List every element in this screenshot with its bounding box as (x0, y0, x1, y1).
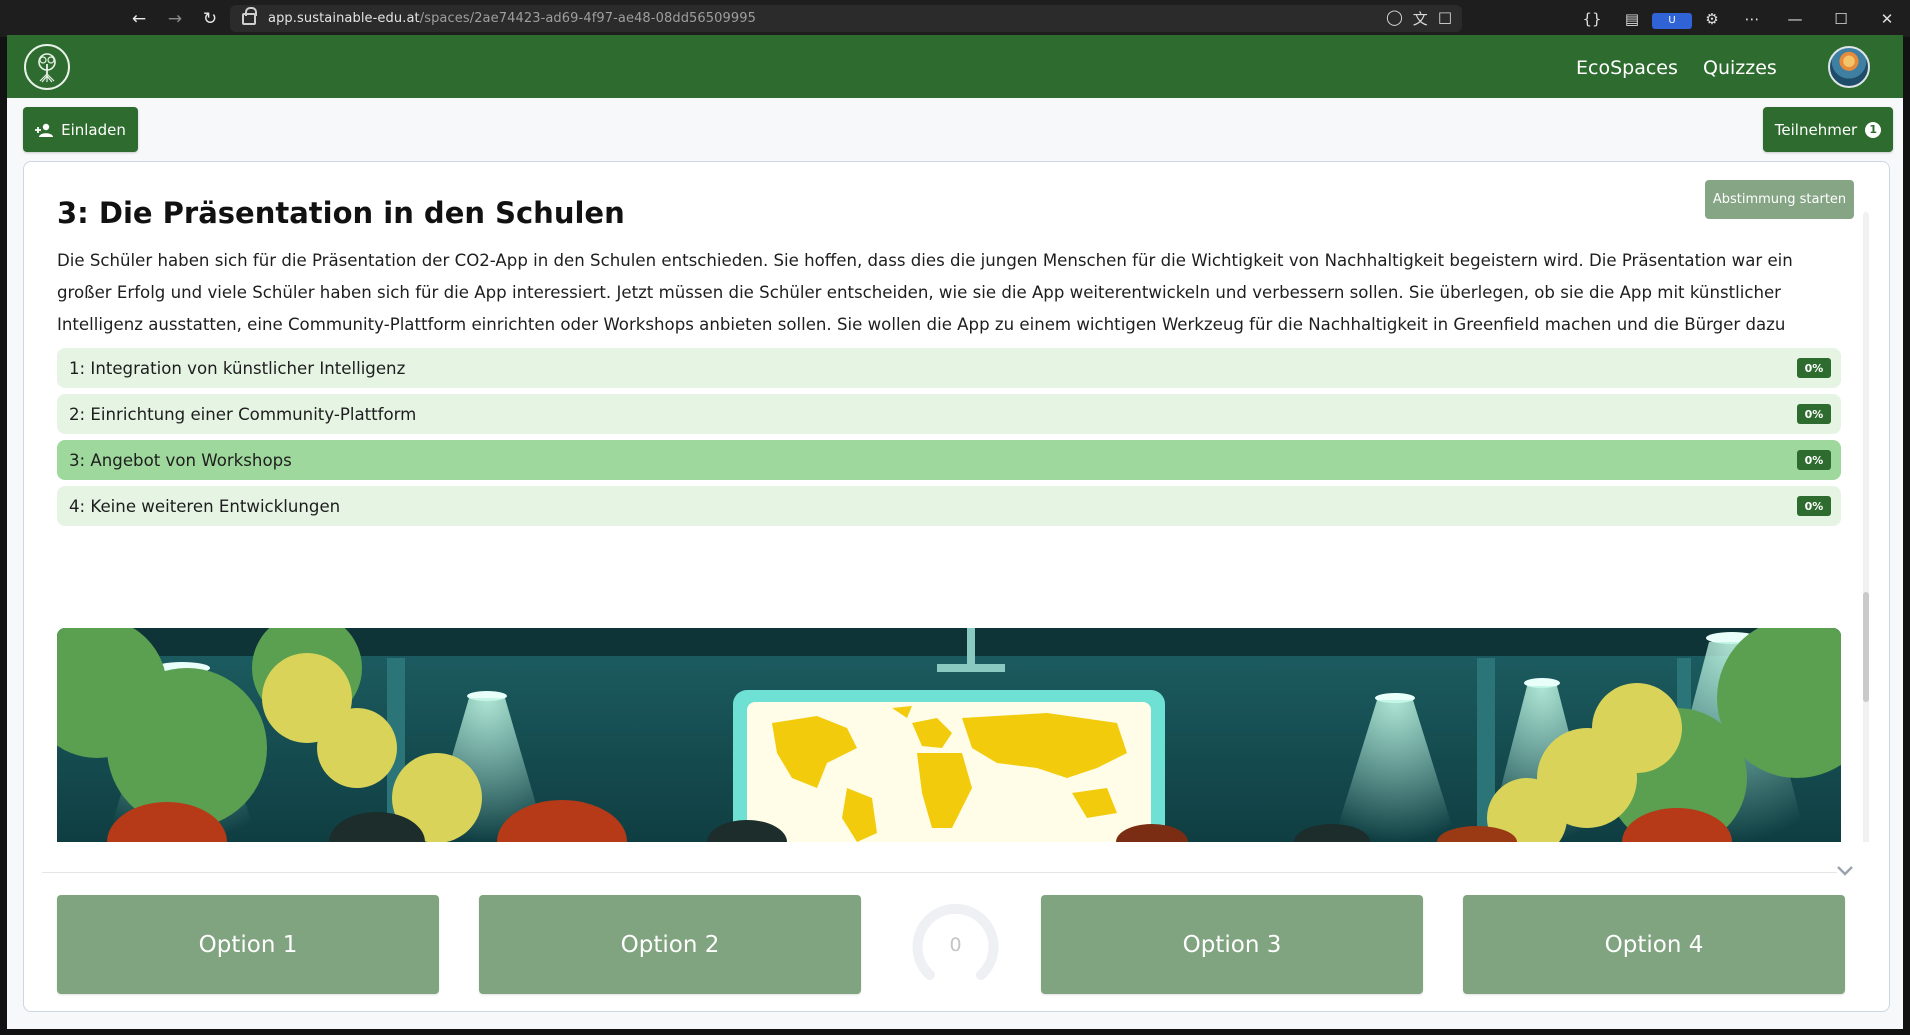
countdown-timer: 0 (908, 897, 1003, 992)
nav-ecospaces[interactable]: EcoSpaces (1576, 57, 1678, 79)
scrollbar-thumb[interactable] (1863, 592, 1869, 702)
extension-badge-icon[interactable]: U (1652, 9, 1692, 29)
answer-option-4-button[interactable]: Option 4 (1463, 895, 1845, 994)
start-vote-button[interactable]: Abstimmung starten (1705, 180, 1854, 219)
browser-toolbar: ← → ↻ app.sustainable-edu.at/spaces/2ae7… (0, 0, 1910, 37)
invite-label: Einladen (61, 120, 126, 139)
nav-quizzes[interactable]: Quizzes (1703, 57, 1777, 79)
translate-icon[interactable]: 文 (1413, 8, 1428, 29)
option-row-1[interactable]: 1: Integration von künstlicher Intellige… (57, 348, 1841, 388)
question-title: 3: Die Präsentation in den Schulen (57, 196, 625, 230)
maximize-icon[interactable]: ☐ (1818, 10, 1864, 28)
participants-button[interactable]: Teilnehmer 1 (1763, 107, 1893, 152)
invite-button[interactable]: Einladen (23, 107, 138, 152)
answer-option-1-button[interactable]: Option 1 (57, 895, 439, 994)
app-window: EcoSpaces Quizzes Einladen Teilnehmer 1 … (7, 35, 1903, 1029)
add-person-icon (35, 123, 54, 137)
presentation-illustration (57, 628, 1841, 842)
tree-logo-icon[interactable] (24, 44, 70, 90)
option-label: 3: Angebot von Workshops (69, 450, 292, 470)
divider (42, 872, 1837, 873)
participants-count-badge: 1 (1865, 121, 1882, 138)
percent-badge: 0% (1797, 450, 1831, 470)
scrollbar[interactable] (1863, 212, 1869, 842)
devtools-braces-icon[interactable]: {} (1572, 10, 1612, 28)
avatar[interactable] (1828, 46, 1870, 88)
puzzle-extensions-icon[interactable]: ⚙ (1692, 10, 1732, 28)
question-card: Abstimmung starten 3: Die Präsentation i… (23, 161, 1890, 1012)
question-scroll-area[interactable]: Abstimmung starten 3: Die Präsentation i… (24, 162, 1871, 842)
answer-option-2-button[interactable]: Option 2 (479, 895, 861, 994)
option-row-4[interactable]: 4: Keine weiteren Entwicklungen 0% (57, 486, 1841, 526)
option-row-3[interactable]: 3: Angebot von Workshops 0% (57, 440, 1841, 480)
option-label: 4: Keine weiteren Entwicklungen (69, 496, 341, 516)
reload-icon[interactable]: ↻ (198, 7, 222, 31)
percent-badge: 0% (1797, 358, 1831, 378)
chevron-down-icon[interactable] (1834, 862, 1856, 884)
minimize-icon[interactable]: — (1772, 10, 1818, 28)
option-label: 1: Integration von künstlicher Intellige… (69, 358, 406, 378)
forward-arrow-icon[interactable]: → (163, 7, 187, 31)
option-label: 2: Einrichtung einer Community-Plattform (69, 404, 417, 424)
document-icon[interactable]: ▤ (1612, 10, 1652, 28)
percent-badge: 0% (1797, 404, 1831, 424)
back-arrow-icon[interactable]: ← (127, 7, 151, 31)
answer-option-3-button[interactable]: Option 3 (1041, 895, 1423, 994)
shield-icon[interactable]: ◯ (1386, 8, 1403, 29)
close-window-icon[interactable]: ✕ (1864, 10, 1910, 28)
timer-value: 0 (949, 933, 962, 956)
app-header: EcoSpaces Quizzes (7, 35, 1903, 98)
reading-list-icon[interactable]: □ (1438, 8, 1452, 29)
option-row-2[interactable]: 2: Einrichtung einer Community-Plattform… (57, 394, 1841, 434)
participants-label: Teilnehmer (1774, 120, 1858, 139)
lock-icon (242, 6, 257, 25)
address-bar[interactable]: app.sustainable-edu.at/spaces/2ae74423-a… (230, 5, 1462, 32)
percent-badge: 0% (1797, 496, 1831, 516)
more-menu-icon[interactable]: ⋯ (1732, 10, 1772, 28)
url-text: app.sustainable-edu.at/spaces/2ae74423-a… (268, 11, 757, 26)
